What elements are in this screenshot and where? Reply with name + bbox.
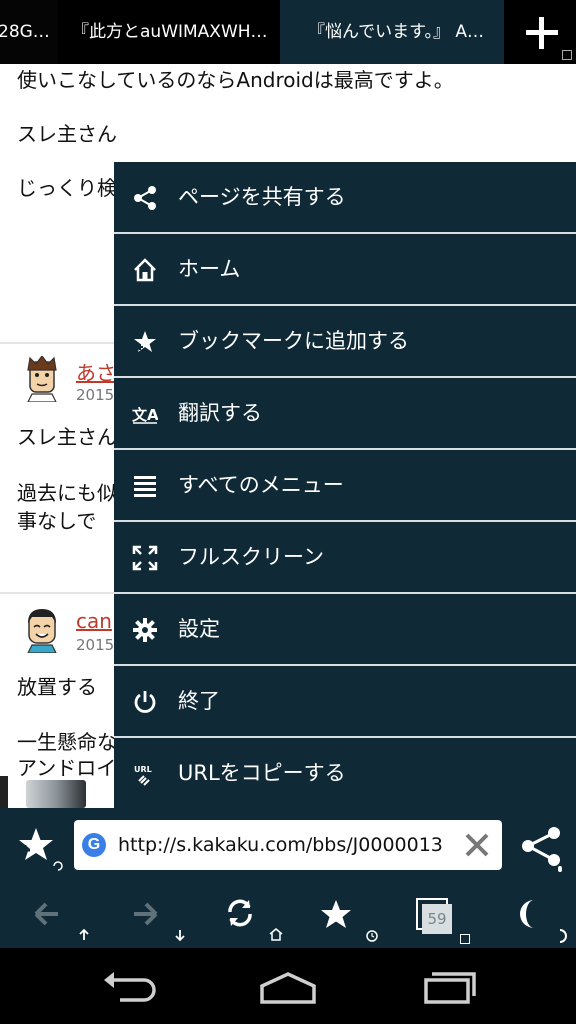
tab-0-label: 28G… <box>0 22 50 42</box>
menu-item-settings[interactable]: 設定 <box>114 594 576 664</box>
star-icon[interactable] <box>318 896 382 944</box>
back-icon[interactable] <box>100 970 160 1006</box>
content-line: 事なしで <box>17 509 97 533</box>
svg-text:文A: 文A <box>132 406 158 424</box>
power-icon <box>134 691 156 713</box>
new-tab-button[interactable] <box>504 0 576 64</box>
menu-item-bookmark[interactable]: ブックマークに追加する <box>114 306 576 376</box>
menu-item-label: ブックマークに追加する <box>178 329 409 353</box>
menu-item-copy-url[interactable]: URL URLをコピーする <box>114 738 576 808</box>
menu-item-label: URLをコピーする <box>178 761 346 785</box>
share-icon[interactable] <box>518 824 566 874</box>
content-line: スレ主さん <box>17 425 117 449</box>
bookmark-star-icon[interactable] <box>16 826 64 876</box>
menu-item-share[interactable]: ページを共有する <box>114 162 576 232</box>
share-icon <box>134 186 156 210</box>
content-line: 放置する <box>17 675 97 699</box>
bottom-toolbar: G http://s.kakaku.com/bbs/J0000013 59 <box>0 808 576 948</box>
fullscreen-icon <box>132 545 158 571</box>
menu-item-label: 翻訳する <box>178 401 262 425</box>
menu-list-icon <box>134 476 156 497</box>
recent-apps-icon[interactable] <box>420 970 480 1006</box>
menu-item-translate[interactable]: 文A 翻訳する <box>114 378 576 448</box>
menu-item-label: 設定 <box>178 617 220 641</box>
tabs-button[interactable]: 59 <box>414 898 476 944</box>
menu-item-label: すべてのメニュー <box>178 473 344 497</box>
reload-icon[interactable] <box>222 896 286 942</box>
content-line: アンドロイ <box>17 756 117 776</box>
overflow-menu: ページを共有する ホーム ブックマークに追加する 文A 翻訳する すべてのメニュ… <box>114 162 576 808</box>
menu-item-home[interactable]: ホーム <box>114 234 576 304</box>
menu-item-label: 終了 <box>178 689 220 713</box>
post-username[interactable]: あさ <box>76 357 116 386</box>
bookmark-add-icon <box>134 331 156 352</box>
menu-item-fullscreen[interactable]: フルスクリーン <box>114 522 576 592</box>
menu-item-label: ホーム <box>178 257 241 281</box>
svg-text:URL: URL <box>134 765 152 774</box>
tab-2-label: 『悩んでいます。』 A… <box>308 22 484 42</box>
content-line: じっくり検 <box>17 176 117 200</box>
post-username[interactable]: can <box>76 609 112 633</box>
content-line: 一生懸命な <box>17 730 117 754</box>
home-icon <box>134 258 156 282</box>
menu-item-all-menu[interactable]: すべてのメニュー <box>114 450 576 520</box>
tab-0[interactable]: 28G… <box>0 0 58 64</box>
tab-2-active[interactable]: 『悩んでいます。』 A… <box>280 0 504 64</box>
copy-url-icon: URL <box>134 765 152 786</box>
forward-arrow-icon[interactable] <box>126 898 190 942</box>
google-icon: G <box>82 833 106 857</box>
avatar <box>27 356 57 402</box>
back-arrow-icon[interactable] <box>30 898 94 942</box>
content-line: 使いこなしているのならAndroidは最高ですよ。 <box>17 68 454 92</box>
menu-item-exit[interactable]: 終了 <box>114 666 576 736</box>
post-date: 2015 <box>76 636 115 654</box>
tab-bar: 28G… 『此方とauWIMAXWH… 『悩んでいます。』 A… <box>0 0 576 64</box>
ad-image <box>26 780 86 808</box>
menu-item-label: ページを共有する <box>178 185 346 209</box>
system-nav-bar <box>0 948 576 1024</box>
more-menu-icon[interactable] <box>510 896 576 944</box>
tab-1-label: 『此方とauWIMAXWH… <box>72 22 268 42</box>
avatar <box>27 609 57 653</box>
url-bar[interactable]: G http://s.kakaku.com/bbs/J0000013 <box>74 820 502 870</box>
settings-icon <box>133 618 157 642</box>
tab-corner-icon <box>562 50 572 60</box>
content-line: スレ主さん <box>17 122 117 146</box>
tab-1[interactable]: 『此方とauWIMAXWH… <box>58 0 280 64</box>
menu-item-label: フルスクリーン <box>178 545 324 569</box>
content-line: 過去にも似 <box>17 481 117 505</box>
url-text[interactable]: http://s.kakaku.com/bbs/J0000013 <box>118 820 458 870</box>
home-icon[interactable] <box>258 970 318 1006</box>
tab-count: 59 <box>422 904 452 934</box>
translate-icon: 文A <box>132 406 158 424</box>
close-icon[interactable] <box>462 830 492 860</box>
post-date: 2015 <box>76 386 115 404</box>
tab-corner-icon <box>460 934 470 944</box>
